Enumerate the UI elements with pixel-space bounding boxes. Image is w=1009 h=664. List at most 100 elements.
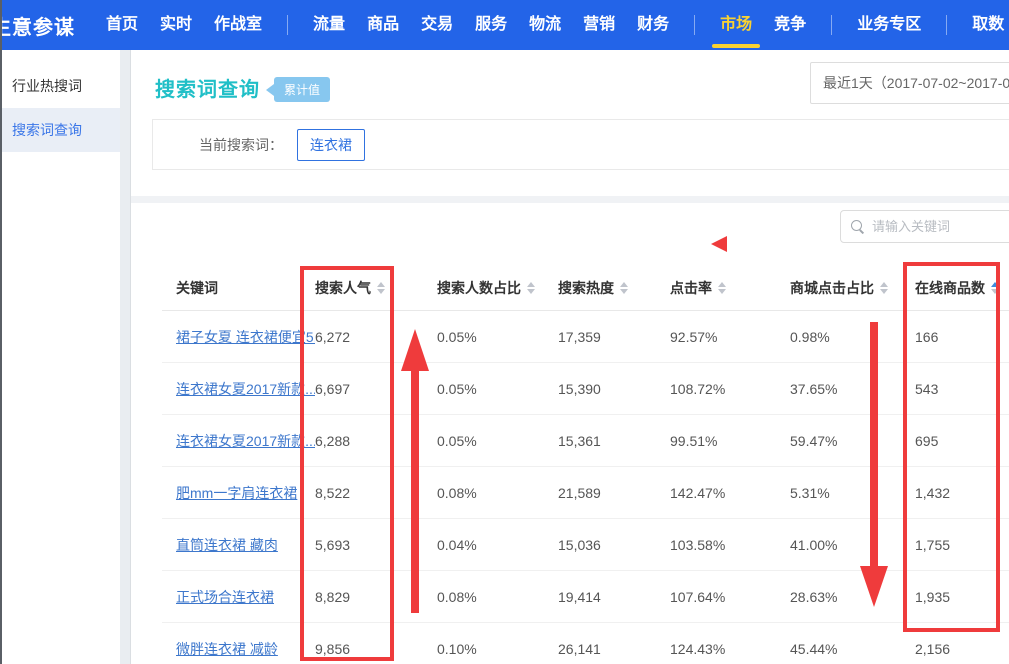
cell-online-products: 695 xyxy=(915,433,1009,449)
cell-search-popularity: 9,856 xyxy=(315,641,437,657)
col-header-label: 在线商品数 xyxy=(915,278,985,298)
table-row: 直筒连衣裙 藏肉 5,693 0.04% 15,036 103.58% 41.0… xyxy=(162,519,1009,571)
cell-click-rate: 99.51% xyxy=(670,433,790,449)
cell-searcher-ratio: 0.08% xyxy=(437,589,558,605)
badge-label: 累计值 xyxy=(274,77,330,102)
cell-click-rate: 142.47% xyxy=(670,485,790,501)
cell-online-products: 166 xyxy=(915,329,1009,345)
cell-searcher-ratio: 0.04% xyxy=(437,537,558,553)
cell-searcher-ratio: 0.10% xyxy=(437,641,558,657)
nav-item-data-fetch[interactable]: 取数 xyxy=(961,0,1009,50)
keyword-link[interactable]: 正式场合连衣裙 xyxy=(162,587,315,607)
sort-icon[interactable] xyxy=(527,282,535,294)
cell-click-rate: 92.57% xyxy=(670,329,790,345)
cell-search-heat: 21,589 xyxy=(558,485,670,501)
current-search-word-panel: 当前搜索词： 连衣裙 xyxy=(152,119,1009,170)
table-row: 肥mm一字肩连衣裙 8,522 0.08% 21,589 142.47% 5.3… xyxy=(162,467,1009,519)
sidebar-item-search-word-query[interactable]: 搜索词查询 xyxy=(0,108,120,152)
cell-online-products: 1,755 xyxy=(915,537,1009,553)
sort-icon[interactable] xyxy=(377,282,385,294)
cell-click-rate: 103.58% xyxy=(670,537,790,553)
col-header-label: 搜索热度 xyxy=(558,278,614,298)
current-search-word-chip[interactable]: 连衣裙 xyxy=(297,129,365,161)
sidebar-item-industry-hot-words[interactable]: 行业热搜词 xyxy=(0,64,120,108)
col-header-search-popularity[interactable]: 搜索人气 xyxy=(315,278,437,298)
cell-searcher-ratio: 0.05% xyxy=(437,329,558,345)
col-header-click-rate[interactable]: 点击率 xyxy=(670,278,790,298)
col-header-searcher-ratio[interactable]: 搜索人数占比 xyxy=(437,278,558,298)
table-row: 裙子女夏 连衣裙便宜5.. 6,272 0.05% 17,359 92.57% … xyxy=(162,311,1009,363)
cell-click-rate: 124.43% xyxy=(670,641,790,657)
cell-mall-click-ratio: 59.47% xyxy=(790,433,915,449)
nav-item-business-zone[interactable]: 业务专区 xyxy=(846,0,932,50)
sort-icon[interactable] xyxy=(620,282,628,294)
sidebar-divider-strip xyxy=(120,50,131,664)
keyword-link[interactable]: 微胖连衣裙 减龄 xyxy=(162,639,315,659)
keyword-search-input[interactable] xyxy=(872,219,1002,234)
keyword-search-box[interactable] xyxy=(840,210,1009,243)
sort-icon[interactable] xyxy=(718,282,726,294)
cell-mall-click-ratio: 28.63% xyxy=(790,589,915,605)
cell-search-popularity: 8,522 xyxy=(315,485,437,501)
col-header-online-products[interactable]: 在线商品数 xyxy=(915,278,1009,298)
keyword-link[interactable]: 裙子女夏 连衣裙便宜5.. xyxy=(162,327,315,347)
cell-searcher-ratio: 0.08% xyxy=(437,485,558,501)
cell-online-products: 1,432 xyxy=(915,485,1009,501)
search-words-table: 关键词 搜索人气 搜索人数占比 搜索热度 点击率 商城点击占比 xyxy=(162,265,1009,664)
cell-click-rate: 108.72% xyxy=(670,381,790,397)
sort-icon[interactable] xyxy=(880,282,888,294)
app-logo: 生意参谋 xyxy=(0,11,75,40)
nav-item-service[interactable]: 服务 xyxy=(464,0,518,50)
nav-divider xyxy=(831,15,832,35)
search-icon xyxy=(851,220,865,234)
cumulative-value-badge: 累计值 xyxy=(266,77,330,102)
nav-item-logistics[interactable]: 物流 xyxy=(518,0,572,50)
nav-item-trade[interactable]: 交易 xyxy=(410,0,464,50)
nav-item-products[interactable]: 商品 xyxy=(356,0,410,50)
nav-divider xyxy=(694,15,695,35)
page-title: 搜索词查询 xyxy=(155,73,260,102)
col-header-keyword: 关键词 xyxy=(162,278,315,298)
keyword-link[interactable]: 连衣裙女夏2017新款... xyxy=(162,379,315,399)
table-row: 连衣裙女夏2017新款... 6,697 0.05% 15,390 108.72… xyxy=(162,363,1009,415)
top-navbar: 生意参谋 首页 实时 作战室 流量 商品 交易 服务 物流 营销 财务 市场 竞… xyxy=(0,0,1009,50)
section-separator xyxy=(131,196,1009,203)
cell-online-products: 1,935 xyxy=(915,589,1009,605)
col-header-mall-click-ratio[interactable]: 商城点击占比 xyxy=(790,278,915,298)
cell-click-rate: 107.64% xyxy=(670,589,790,605)
sidebar: 行业热搜词 搜索词查询 xyxy=(0,50,120,664)
nav-item-competition[interactable]: 竞争 xyxy=(763,0,817,50)
table-body: 裙子女夏 连衣裙便宜5.. 6,272 0.05% 17,359 92.57% … xyxy=(162,311,1009,664)
col-header-search-heat[interactable]: 搜索热度 xyxy=(558,278,670,298)
col-header-label: 点击率 xyxy=(670,278,712,298)
keyword-link[interactable]: 直筒连衣裙 藏肉 xyxy=(162,535,315,555)
nav-item-market[interactable]: 市场 xyxy=(709,0,763,50)
nav-item-realtime[interactable]: 实时 xyxy=(149,0,203,50)
cell-mall-click-ratio: 45.44% xyxy=(790,641,915,657)
cell-mall-click-ratio: 0.98% xyxy=(790,329,915,345)
nav-items: 首页 实时 作战室 流量 商品 交易 服务 物流 营销 财务 市场 竞争 业务专… xyxy=(95,0,1009,50)
table-header-row: 关键词 搜索人气 搜索人数占比 搜索热度 点击率 商城点击占比 xyxy=(162,265,1009,311)
cell-search-heat: 15,390 xyxy=(558,381,670,397)
col-header-label: 商城点击占比 xyxy=(790,278,874,298)
date-range-selector[interactable]: 最近1天（2017-07-02~2017-07-02 xyxy=(810,62,1009,104)
cell-mall-click-ratio: 5.31% xyxy=(790,485,915,501)
active-tab-underline xyxy=(712,44,760,48)
current-search-word-label: 当前搜索词： xyxy=(199,135,283,155)
cell-search-heat: 19,414 xyxy=(558,589,670,605)
cell-searcher-ratio: 0.05% xyxy=(437,433,558,449)
nav-item-marketing[interactable]: 营销 xyxy=(572,0,626,50)
nav-item-market-label: 市场 xyxy=(720,16,752,33)
keyword-link[interactable]: 肥mm一字肩连衣裙 xyxy=(162,483,315,503)
nav-item-warroom[interactable]: 作战室 xyxy=(203,0,273,50)
sort-icon-active-asc[interactable] xyxy=(991,282,999,294)
cell-searcher-ratio: 0.05% xyxy=(437,381,558,397)
keyword-link[interactable]: 连衣裙女夏2017新款... xyxy=(162,431,315,451)
nav-item-traffic[interactable]: 流量 xyxy=(302,0,356,50)
col-header-label: 搜索人气 xyxy=(315,278,371,298)
cell-search-popularity: 8,829 xyxy=(315,589,437,605)
table-row: 连衣裙女夏2017新款... 6,288 0.05% 15,361 99.51%… xyxy=(162,415,1009,467)
nav-item-home[interactable]: 首页 xyxy=(95,0,149,50)
col-header-label: 搜索人数占比 xyxy=(437,278,521,298)
nav-item-finance[interactable]: 财务 xyxy=(626,0,680,50)
